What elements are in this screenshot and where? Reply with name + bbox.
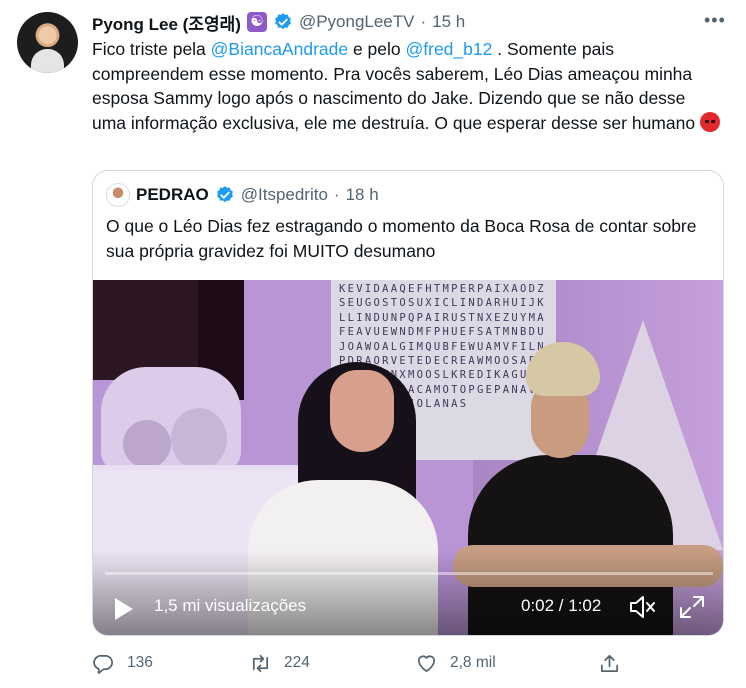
tweet-text-part: e pelo bbox=[348, 39, 406, 59]
volume-muted-icon[interactable] bbox=[627, 593, 657, 621]
verified-badge-icon bbox=[216, 186, 233, 203]
author-avatar[interactable] bbox=[17, 12, 78, 73]
video-player[interactable]: KEVIDAAQEFHTMPERPAIXAODZSEUGOSTOSUXICLIN… bbox=[93, 280, 723, 635]
video-progress-bar[interactable] bbox=[105, 572, 713, 575]
mention-link[interactable]: @fred_b12 bbox=[406, 39, 493, 59]
more-options-icon[interactable]: ••• bbox=[704, 10, 726, 31]
video-time: 0:02 / 1:02 bbox=[521, 596, 602, 615]
yin-yang-icon: ☯ bbox=[246, 12, 267, 32]
tweet-header: Pyong Lee (조영래) ☯ @PyongLeeTV · 15 h bbox=[92, 10, 465, 34]
retweet-icon bbox=[252, 654, 269, 672]
woman-face bbox=[330, 370, 394, 452]
tweet-text: Fico triste pela @BiancaAndrade e pelo @… bbox=[92, 37, 724, 135]
quoted-author-handle: @Itspedrito bbox=[240, 185, 328, 204]
tweet-time[interactable]: 15 h bbox=[432, 12, 465, 32]
video-views: 1,5 mi visualizações bbox=[154, 596, 307, 615]
share-icon bbox=[600, 654, 619, 672]
reply-count: 136 bbox=[127, 654, 153, 671]
mention-link[interactable]: @BiancaAndrade bbox=[211, 39, 348, 59]
tweet-actions: 136 224 2,8 mil bbox=[92, 650, 632, 676]
quoted-author-name: PEDRAO bbox=[136, 185, 209, 204]
author-handle[interactable]: @PyongLeeTV bbox=[299, 12, 415, 32]
retweet-button[interactable]: 224 bbox=[249, 650, 310, 676]
angry-face-emoji-icon bbox=[699, 111, 720, 132]
quoted-tweet[interactable]: PEDRAO @Itspedrito · 18 h O que o Léo Di… bbox=[92, 170, 724, 636]
header-separator: · bbox=[333, 185, 340, 204]
like-count: 2,8 mil bbox=[450, 654, 496, 671]
share-button[interactable] bbox=[598, 650, 621, 676]
reply-icon bbox=[93, 654, 113, 674]
plush-toy bbox=[171, 408, 227, 470]
quoted-author-avatar bbox=[106, 183, 130, 207]
verified-badge-icon bbox=[275, 13, 291, 30]
tweet-text-part: Fico triste pela bbox=[92, 39, 211, 59]
tweet[interactable]: Pyong Lee (조영래) ☯ @PyongLeeTV · 15 h •••… bbox=[0, 0, 746, 688]
retweet-count: 224 bbox=[284, 654, 310, 671]
header-separator: · bbox=[420, 12, 427, 31]
plush-toy bbox=[123, 420, 171, 468]
quoted-tweet-header: PEDRAO @Itspedrito · 18 h bbox=[106, 183, 379, 207]
author-name[interactable]: Pyong Lee (조영래) bbox=[92, 10, 241, 35]
play-icon[interactable] bbox=[115, 598, 133, 620]
quoted-tweet-time: 18 h bbox=[345, 185, 379, 204]
reply-button[interactable]: 136 bbox=[92, 650, 153, 676]
heart-icon bbox=[417, 655, 436, 672]
quoted-tweet-text: O que o Léo Dias fez estragando o moment… bbox=[106, 216, 697, 261]
like-button[interactable]: 2,8 mil bbox=[415, 650, 496, 676]
fullscreen-icon[interactable] bbox=[677, 593, 707, 621]
